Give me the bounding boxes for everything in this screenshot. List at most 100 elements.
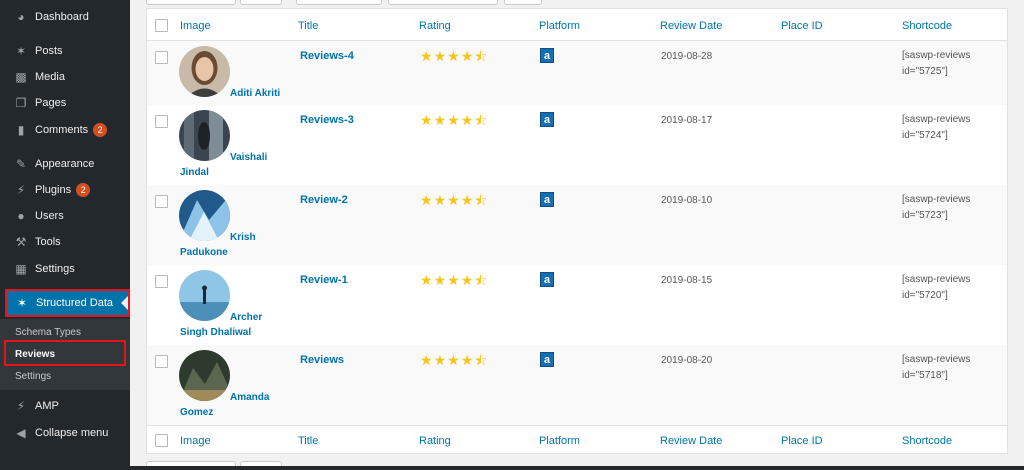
row-checkbox[interactable] [155,51,168,64]
column-rating[interactable]: Rating [419,435,451,447]
dashboard-icon: ◕ [17,10,25,24]
select-all-checkbox-bottom[interactable] [155,434,168,447]
star-icon: ★ [447,352,460,368]
pin-icon: ✶ [15,44,27,58]
rating-stars: ★ ★ ★ ★ ⯪ [420,113,489,127]
column-place-id[interactable]: Place ID [781,20,823,32]
amp-icon: ⚡ [16,399,26,413]
sidebar-item-label: Media [35,71,65,83]
submenu-item-settings[interactable]: Settings [15,371,51,382]
review-shortcode: [saswp-reviews id="5725"] [902,50,971,77]
column-image[interactable]: Image [180,20,211,32]
filter-button[interactable] [504,0,542,5]
review-author-name: Amanda [230,392,270,403]
row-checkbox[interactable] [155,115,168,128]
appearance-icon: ✎ [15,157,27,171]
bulk-actions-select[interactable] [146,0,236,5]
sidebar-item-structured-data[interactable]: ✶ Structured Data [5,289,130,317]
star-icon: ★ [447,272,460,288]
star-icon: ★ [420,272,433,288]
review-title-link[interactable]: Reviews-3 [300,114,354,126]
review-author-name: Vaishali [230,152,268,163]
date-filter-select[interactable] [296,0,382,5]
sidebar-item-posts[interactable]: ✶ Posts [0,38,130,64]
sidebar-item-label: Structured Data [36,297,114,309]
column-shortcode[interactable]: Shortcode [902,20,952,32]
apply-button[interactable] [240,0,282,5]
reviews-highlight-box [4,340,126,366]
comments-count-badge: 2 [93,123,108,137]
column-shortcode[interactable]: Shortcode [902,435,952,447]
column-platform[interactable]: Platform [539,435,580,447]
column-title[interactable]: Title [298,435,318,447]
media-icon: ▩ [15,70,27,84]
review-author-name-cont: Gomez [180,407,214,418]
review-author-name: Archer [230,312,263,323]
star-icon: ★ [460,48,474,64]
plugins-icon: ⚡ [16,183,26,197]
column-image[interactable]: Image [180,435,211,447]
column-review-date[interactable]: Review Date [660,20,722,32]
row-checkbox[interactable] [155,195,168,208]
review-author-name-cont: Padukone [180,247,228,258]
sidebar-item-tools[interactable]: ⚒ Tools [0,229,130,255]
star-icon: ★ [447,48,460,64]
star-icon: ★ [447,112,460,128]
submenu-item-schema-types[interactable]: Schema Types [15,327,81,338]
half-star-icon: ⯪ [474,112,488,128]
sidebar-item-users[interactable]: ● Users [0,203,130,229]
avatar [179,270,230,321]
sidebar-item-dashboard[interactable]: ◕ Dashboard [0,4,130,30]
select-all-checkbox[interactable] [155,19,168,32]
rating-stars: ★ ★ ★ ★ ⯪ [420,273,489,287]
row-checkbox[interactable] [155,275,168,288]
review-author-name: Krish [230,232,256,243]
amazon-platform-icon: a [540,352,554,367]
sidebar-item-label: Collapse menu [35,427,109,439]
column-review-date[interactable]: Review Date [660,435,722,447]
category-filter-select[interactable] [388,0,498,5]
review-title-link[interactable]: Reviews [300,354,344,366]
star-icon: ★ [460,352,474,368]
avatar [179,110,230,161]
column-title[interactable]: Title [298,20,318,32]
review-title-link[interactable]: Review-2 [300,194,348,206]
sidebar-item-settings[interactable]: ▦ Settings [0,256,130,282]
half-star-icon: ⯪ [474,352,488,368]
comments-icon: ▮ [17,123,25,137]
review-shortcode: [saswp-reviews id="5718"] [902,354,971,381]
row-checkbox[interactable] [155,355,168,368]
sidebar-item-plugins[interactable]: ⚡ Plugins 2 [0,177,130,203]
amazon-platform-icon: a [540,192,554,207]
pages-icon: ❐ [15,96,27,110]
rating-stars: ★ ★ ★ ★ ⯪ [420,49,489,63]
sidebar-item-comments[interactable]: ▮ Comments 2 [0,117,130,143]
star-icon: ★ [420,112,433,128]
sidebar-item-media[interactable]: ▩ Media [0,64,130,90]
sidebar-item-appearance[interactable]: ✎ Appearance [0,151,130,177]
review-author-name-cont: Jindal [180,167,209,178]
current-menu-arrow [121,296,128,310]
review-date: 2019-08-10 [661,195,713,206]
table-row: Archer Singh Dhaliwal Review-1 ★ ★ ★ ★ ⯪ a 2… [147,265,1007,345]
sidebar-item-label: Posts [35,45,63,57]
sidebar-item-pages[interactable]: ❐ Pages [0,90,130,116]
sidebar-item-label: Comments [35,124,89,136]
review-author-name: Aditi Akriti [230,88,281,99]
review-date: 2019-08-15 [661,275,713,286]
reviews-table: Image Title Rating Platform Review Date … [146,8,1008,454]
rating-stars: ★ ★ ★ ★ ⯪ [420,353,489,367]
review-title-link[interactable]: Review-1 [300,274,348,286]
sidebar-item-label: Plugins [35,184,72,196]
star-icon: ★ [420,48,433,64]
column-rating[interactable]: Rating [419,20,451,32]
sidebar-item-collapse[interactable]: ◀ Collapse menu [0,420,130,446]
sidebar-item-amp[interactable]: ⚡ AMP [0,393,130,419]
review-shortcode: [saswp-reviews id="5720"] [902,274,971,301]
star-icon: ★ [420,192,433,208]
review-date: 2019-08-28 [661,51,713,62]
column-place-id[interactable]: Place ID [781,435,823,447]
pin-icon: ✶ [16,296,28,310]
column-platform[interactable]: Platform [539,20,580,32]
review-title-link[interactable]: Reviews-4 [300,50,354,62]
